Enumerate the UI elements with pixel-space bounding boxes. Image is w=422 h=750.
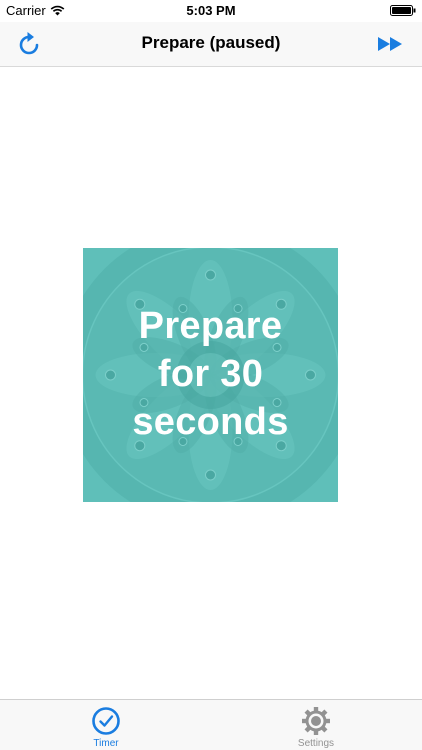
fast-forward-icon bbox=[378, 37, 402, 51]
tab-timer[interactable]: Timer bbox=[46, 700, 166, 750]
page-title: Prepare (paused) bbox=[141, 33, 281, 52]
prepare-message-line-3: seconds bbox=[132, 401, 289, 443]
restart-icon bbox=[19, 32, 39, 55]
tab-bar: Timer Settings bbox=[0, 699, 422, 750]
navigation-bar: Prepare (paused) bbox=[0, 22, 422, 67]
gear-icon bbox=[302, 707, 330, 735]
status-bar: Carrier 5:03 PM bbox=[0, 0, 422, 22]
prepare-card: Prepare for 30 seconds bbox=[83, 248, 338, 502]
battery-icon bbox=[390, 5, 416, 16]
prepare-message-line-2: for 30 bbox=[157, 353, 264, 395]
prepare-message: Prepare for 30 seconds bbox=[83, 302, 338, 446]
tab-timer-label: Timer bbox=[93, 738, 119, 749]
status-time: 5:03 PM bbox=[186, 3, 236, 18]
skip-forward-button[interactable] bbox=[374, 29, 406, 59]
prepare-message-line-1: Prepare bbox=[138, 305, 283, 347]
tab-settings[interactable]: Settings bbox=[256, 700, 376, 750]
restart-button[interactable] bbox=[14, 29, 46, 59]
screen: Carrier 5:03 PM Prepare (paused) Prepare… bbox=[0, 0, 422, 750]
clock-icon bbox=[92, 707, 120, 735]
tab-settings-label: Settings bbox=[297, 738, 335, 749]
